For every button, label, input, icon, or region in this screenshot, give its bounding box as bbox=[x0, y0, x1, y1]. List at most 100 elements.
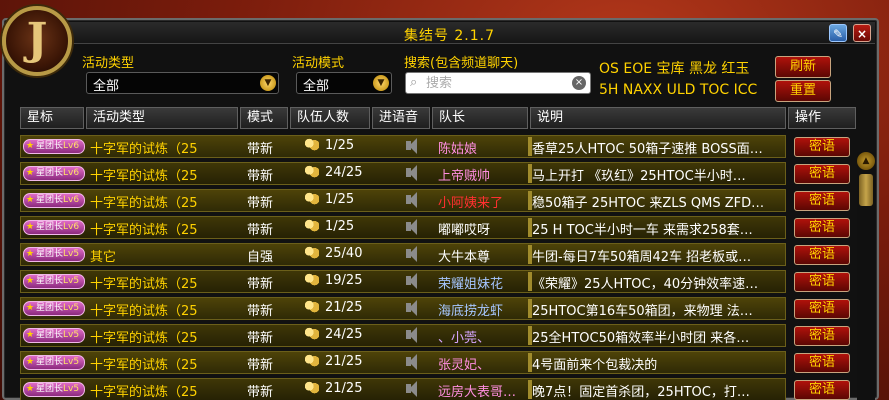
column-header-desc[interactable]: 说明 bbox=[530, 107, 786, 129]
table-row[interactable]: 星团长Lv6 十字军的试炼（25 带新 1/25 陈姑娘 香草25人HTOC 5… bbox=[20, 133, 853, 160]
quick-tags-line2[interactable]: 5H NAXX ULD TOC ICC bbox=[599, 82, 757, 98]
leader-cell[interactable]: 张灵妃、 bbox=[438, 354, 530, 373]
voice-icon[interactable] bbox=[403, 272, 417, 290]
voice-icon[interactable] bbox=[403, 218, 417, 236]
voice-icon[interactable] bbox=[403, 353, 417, 371]
mode-cell: 带新 bbox=[247, 223, 274, 238]
column-header-mode[interactable]: 模式 bbox=[240, 107, 288, 129]
voice-icon[interactable] bbox=[403, 191, 417, 209]
voice-icon[interactable] bbox=[403, 245, 417, 263]
close-button[interactable]: × bbox=[853, 24, 871, 42]
people-cell: 24/25 bbox=[304, 327, 362, 342]
table-row[interactable]: 星团长Lv5 十字军的试炼（25 带新 21/25 海底捞龙虾 25HTOC第1… bbox=[20, 295, 853, 322]
column-header-action[interactable]: 操作 bbox=[788, 107, 856, 129]
search-box[interactable]: ⌕ × bbox=[405, 72, 591, 94]
leader-rank-badge: 星团长Lv5 bbox=[23, 247, 85, 262]
activity-mode-dropdown[interactable]: 全部 ▼ bbox=[296, 72, 392, 94]
voice-icon[interactable] bbox=[403, 164, 417, 182]
table-row[interactable]: 星团长Lv5 十字军的试炼（25 带新 21/25 张灵妃、 4号面前来个包裁决… bbox=[20, 349, 853, 376]
leader-cell[interactable]: 远房大表哥… bbox=[438, 381, 530, 400]
whisper-button[interactable]: 密语 bbox=[794, 164, 850, 184]
description-cell: 25 H TOC半小时一车 来需求258套… bbox=[532, 223, 753, 238]
leader-cell[interactable]: 、小莞、 bbox=[438, 327, 530, 346]
voice-icon[interactable] bbox=[403, 326, 417, 344]
leader-rank-badge: 星团长Lv6 bbox=[23, 220, 85, 235]
leader-cell[interactable]: 嘟嘟哎呀 bbox=[438, 219, 530, 238]
leader-cell[interactable]: 大牛本尊 bbox=[438, 246, 530, 265]
activity-mode-value: 全部 bbox=[303, 79, 330, 94]
chevron-down-icon[interactable]: ▼ bbox=[373, 75, 389, 91]
mode-cell: 带新 bbox=[247, 385, 274, 400]
description-cell: 25HTOC第16车50箱团，来物理 法… bbox=[532, 304, 753, 319]
activity-type-value: 全部 bbox=[93, 79, 120, 94]
leader-cell[interactable]: 荣耀姐妹花 bbox=[438, 273, 530, 292]
voice-icon[interactable] bbox=[403, 299, 417, 317]
search-icon: ⌕ bbox=[410, 75, 418, 90]
table-row[interactable]: 星团长Lv5 十字军的试炼（25 带新 24/25 、小莞、 25全HTOC50… bbox=[20, 322, 853, 349]
mode-cell: 自强 bbox=[247, 250, 274, 265]
refresh-button[interactable]: 刷新 bbox=[775, 56, 831, 78]
description-cell: 牛团-每日7车50箱周42车 招老板或… bbox=[532, 250, 752, 265]
whisper-button[interactable]: 密语 bbox=[794, 218, 850, 238]
leader-cell[interactable]: 海底捞龙虾 bbox=[438, 300, 530, 319]
leader-cell[interactable]: 陈姑娘 bbox=[438, 138, 530, 157]
activity-type-cell: 十字军的试炼（25 bbox=[90, 358, 198, 373]
leader-cell[interactable]: 小阿姨来了 bbox=[438, 192, 530, 211]
scrollbar[interactable]: ▲ bbox=[857, 152, 875, 400]
group-icon bbox=[304, 381, 319, 394]
whisper-button[interactable]: 密语 bbox=[794, 137, 850, 157]
scroll-thumb[interactable] bbox=[859, 174, 873, 206]
whisper-button[interactable]: 密语 bbox=[794, 272, 850, 292]
column-header-people[interactable]: 队伍人数 bbox=[290, 107, 370, 129]
mode-cell: 带新 bbox=[247, 169, 274, 184]
mode-cell: 带新 bbox=[247, 277, 274, 292]
activity-type-cell: 十字军的试炼（25 bbox=[90, 142, 198, 157]
whisper-button[interactable]: 密语 bbox=[794, 299, 850, 319]
table-row[interactable]: 星团长Lv6 十字军的试炼（25 带新 1/25 嘟嘟哎呀 25 H TOC半小… bbox=[20, 214, 853, 241]
description-cell: 香草25人HTOC 50箱子速推 BOSS面… bbox=[532, 142, 763, 157]
scroll-up-icon[interactable]: ▲ bbox=[857, 152, 875, 170]
column-header-type[interactable]: 活动类型 bbox=[86, 107, 238, 129]
group-icon bbox=[304, 327, 319, 340]
table-row[interactable]: 星团长Lv5 十字军的试炼（25 带新 21/25 远房大表哥… 晚7点！固定首… bbox=[20, 376, 853, 400]
group-icon bbox=[304, 192, 319, 205]
mode-cell: 带新 bbox=[247, 142, 274, 157]
column-header-star[interactable]: 星标 bbox=[20, 107, 84, 129]
search-input[interactable] bbox=[426, 74, 566, 92]
leader-rank-badge: 星团长Lv5 bbox=[23, 382, 85, 397]
description-cell: 马上开打 《玖红》25HTOC半小时… bbox=[532, 169, 746, 184]
leader-rank-badge: 星团长Lv5 bbox=[23, 328, 85, 343]
group-icon bbox=[304, 246, 319, 259]
reset-button[interactable]: 重置 bbox=[775, 80, 831, 102]
clear-icon[interactable]: × bbox=[572, 76, 586, 90]
table-row[interactable]: 星团长Lv5 其它 自强 25/40 大牛本尊 牛团-每日7车50箱周42车 招… bbox=[20, 241, 853, 268]
whisper-button[interactable]: 密语 bbox=[794, 245, 850, 265]
activity-type-dropdown[interactable]: 全部 ▼ bbox=[86, 72, 279, 94]
whisper-button[interactable]: 密语 bbox=[794, 326, 850, 346]
search-label: 搜索(包含频道聊天) bbox=[404, 56, 519, 71]
addon-portrait-icon: J bbox=[2, 6, 72, 76]
activity-type-cell: 十字军的试炼（25 bbox=[90, 304, 198, 319]
leader-rank-badge: 星团长Lv5 bbox=[23, 301, 85, 316]
column-header-leader[interactable]: 队长 bbox=[432, 107, 528, 129]
people-cell: 21/25 bbox=[304, 300, 362, 315]
voice-icon[interactable] bbox=[403, 137, 417, 155]
whisper-button[interactable]: 密语 bbox=[794, 191, 850, 211]
people-cell: 1/25 bbox=[304, 138, 354, 153]
voice-icon[interactable] bbox=[403, 380, 417, 398]
table-row[interactable]: 星团长Lv6 十字军的试炼（25 带新 24/25 上帝贼帅 马上开打 《玖红》… bbox=[20, 160, 853, 187]
edit-icon[interactable]: ✎ bbox=[829, 24, 847, 42]
quick-tags-line1[interactable]: OS EOE 宝库 黑龙 红玉 bbox=[599, 58, 749, 78]
group-icon bbox=[304, 219, 319, 232]
whisper-button[interactable]: 密语 bbox=[794, 353, 850, 373]
title-bar[interactable]: 集结号 2.1.7 ✎ × bbox=[64, 22, 875, 44]
leader-cell[interactable]: 上帝贼帅 bbox=[438, 165, 530, 184]
column-header-voice[interactable]: 进语音 bbox=[372, 107, 430, 129]
table-row[interactable]: 星团长Lv5 十字军的试炼（25 带新 19/25 荣耀姐妹花 《荣耀》25人H… bbox=[20, 268, 853, 295]
table-row[interactable]: 星团长Lv6 十字军的试炼（25 带新 1/25 小阿姨来了 稳50箱子 25H… bbox=[20, 187, 853, 214]
whisper-button[interactable]: 密语 bbox=[794, 380, 850, 400]
chevron-down-icon[interactable]: ▼ bbox=[260, 75, 276, 91]
mode-cell: 带新 bbox=[247, 331, 274, 346]
activity-mode-label: 活动模式 bbox=[292, 56, 345, 71]
leader-rank-badge: 星团长Lv6 bbox=[23, 139, 85, 154]
